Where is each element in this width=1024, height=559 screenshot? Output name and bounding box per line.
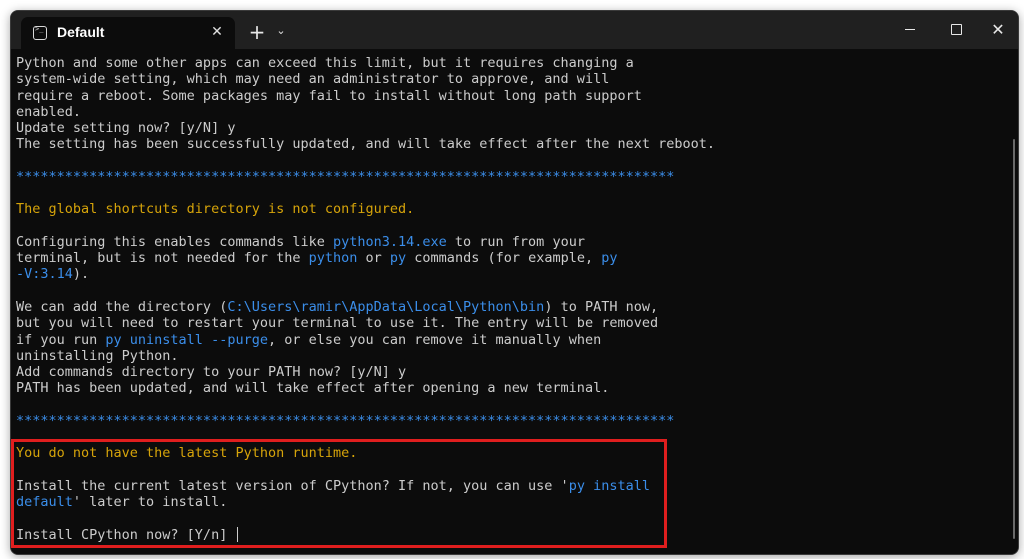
terminal-line: You do not have the latest Python runtim…: [16, 445, 996, 461]
terminal-line: Update setting now? [y/N] y: [16, 120, 996, 136]
terminal-line: Configuring this enables commands like p…: [16, 234, 996, 250]
terminal-text-segment: Install CPython now? [Y/n]: [16, 526, 236, 543]
terminal-line: The global shortcuts directory is not co…: [16, 201, 996, 217]
terminal-text-segment: commands (for example,: [406, 250, 602, 267]
tab-close-icon[interactable]: ✕: [207, 22, 227, 42]
terminal-line: terminal, but is not needed for the pyth…: [16, 250, 996, 266]
maximize-icon: [950, 24, 962, 35]
terminal-text-segment: ****************************************…: [16, 412, 675, 429]
terminal-text-segment: ' later to install.: [72, 494, 228, 511]
terminal-line: default' later to install.: [16, 494, 996, 510]
terminal-line: enabled.: [16, 104, 996, 120]
terminal-line: uninstalling Python.: [16, 348, 996, 364]
chevron-down-icon[interactable]: ⌄: [274, 23, 288, 39]
terminal-output[interactable]: Python and some other apps can exceed th…: [11, 49, 1018, 554]
terminal-text-segment: Configuring this enables commands like: [16, 233, 333, 250]
terminal-text-segment: py uninstall --purge: [105, 331, 268, 348]
terminal-icon: [33, 25, 47, 40]
scrollbar[interactable]: [1013, 139, 1015, 539]
terminal-text-segment: terminal, but is not needed for the: [16, 250, 309, 267]
terminal-text-segment: Python and some other apps can exceed th…: [16, 55, 634, 71]
terminal-text-segment: C:\Users\ramir\AppData\Local\Python\bin: [227, 298, 545, 315]
terminal-text-segment: require a reboot. Some packages may fail…: [16, 87, 642, 104]
tab-title: Default: [57, 24, 105, 40]
terminal-text-segment: Add commands directory to your PATH now?…: [16, 364, 407, 381]
terminal-line: Python and some other apps can exceed th…: [16, 55, 996, 71]
terminal-text-segment: ).: [72, 266, 90, 283]
terminal-text-segment: You do not have the latest Python runtim…: [16, 445, 358, 462]
terminal-text-segment: python: [308, 250, 358, 267]
terminal-text-segment: PATH has been updated, and will take eff…: [16, 380, 610, 397]
terminal-text-segment: , or else you can remove it manually whe…: [267, 331, 602, 348]
terminal-text-segment: enabled.: [16, 103, 82, 120]
terminal-text-segment: Update setting now? [y/N] y: [16, 120, 236, 137]
terminal-line: ****************************************…: [16, 413, 996, 429]
terminal-text-segment: py: [389, 250, 407, 267]
terminal-text-segment: to run from your: [446, 233, 585, 250]
terminal-line: -V:3.14).: [16, 266, 996, 282]
terminal-text-segment: We can add the directory (: [16, 298, 228, 315]
terminal-line: Install the current latest version of CP…: [16, 478, 996, 494]
terminal-text-segment: or: [357, 250, 390, 267]
terminal-line: but you will need to restart your termin…: [16, 315, 996, 331]
terminal-text-segment: The setting has been successfully update…: [16, 136, 715, 153]
terminal-line: if you run py uninstall --purge, or else…: [16, 332, 996, 348]
minimize-icon: [905, 29, 915, 30]
minimize-button[interactable]: [887, 11, 933, 49]
terminal-text-segment: uninstalling Python.: [16, 347, 179, 364]
terminal-line: The setting has been successfully update…: [16, 136, 996, 152]
terminal-text-segment: py: [601, 250, 618, 267]
terminal-text-segment: ****************************************…: [16, 168, 675, 185]
close-window-button[interactable]: ✕: [975, 11, 1018, 49]
terminal-line: Add commands directory to your PATH now?…: [16, 364, 996, 380]
terminal-window: Default ✕ + ⌄ ✕ Python and some other ap…: [10, 10, 1019, 555]
terminal-text-segment: ) to PATH now,: [544, 298, 659, 315]
terminal-line: ****************************************…: [16, 169, 996, 185]
terminal-text-segment: Install the current latest version of CP…: [16, 477, 569, 494]
terminal-line: system-wide setting, which may need an a…: [16, 71, 996, 87]
terminal-text: Python and some other apps can exceed th…: [16, 55, 996, 543]
terminal-text-segment: system-wide setting, which may need an a…: [16, 71, 610, 88]
terminal-text-segment: if you run: [16, 331, 106, 348]
terminal-text-segment: default: [16, 494, 73, 511]
terminal-text-segment: but you will need to restart your termin…: [16, 315, 659, 332]
terminal-line: require a reboot. Some packages may fail…: [16, 88, 996, 104]
terminal-text-segment: -V:3.14: [16, 266, 73, 283]
terminal-text-segment: python3.14.exe: [332, 233, 447, 250]
text-cursor: [237, 527, 239, 543]
terminal-line: PATH has been updated, and will take eff…: [16, 380, 996, 396]
terminal-line: Install CPython now? [Y/n]: [16, 527, 996, 543]
maximize-button[interactable]: [933, 11, 979, 49]
title-bar: Default ✕ + ⌄ ✕: [11, 11, 1018, 49]
tab-default[interactable]: Default ✕: [21, 17, 235, 49]
terminal-text-segment: The global shortcuts directory is not co…: [16, 201, 415, 218]
terminal-text-segment: py install: [568, 477, 650, 494]
new-tab-button[interactable]: +: [244, 19, 270, 45]
terminal-line: We can add the directory (C:\Users\ramir…: [16, 299, 996, 315]
